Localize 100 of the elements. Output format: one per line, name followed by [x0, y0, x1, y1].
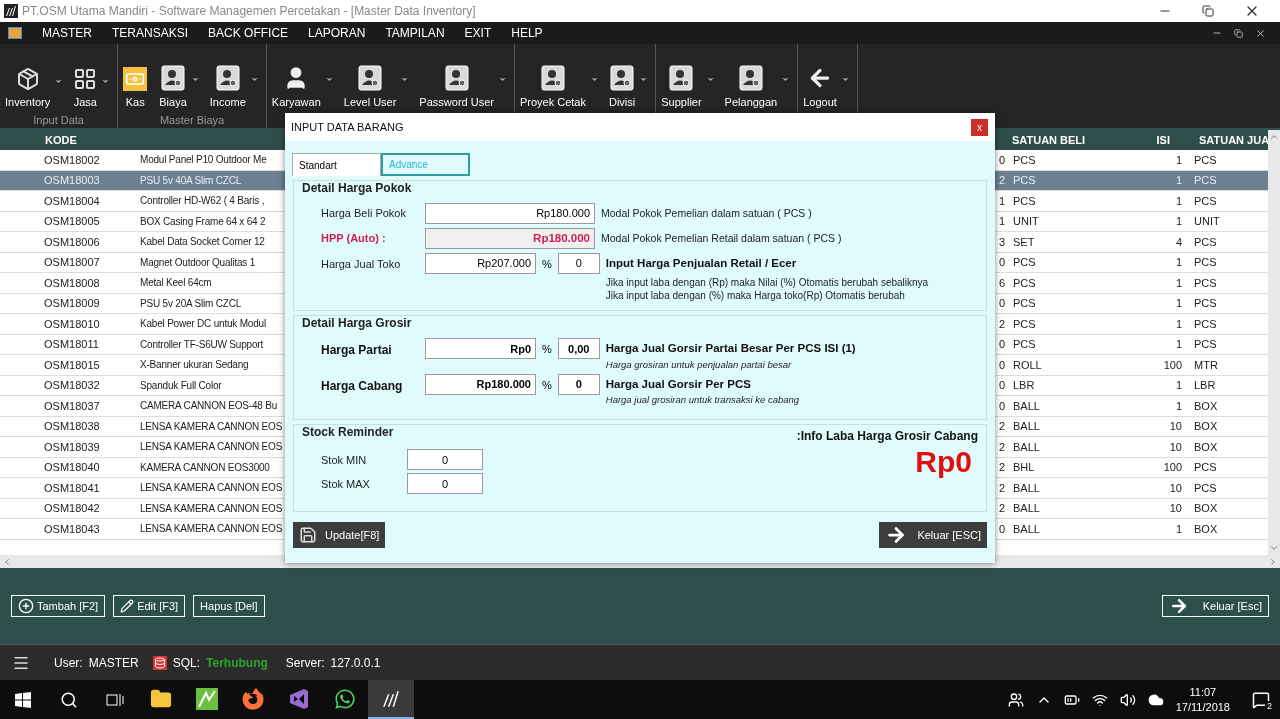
- table-cell-text: PCS: [1193, 480, 1218, 496]
- section-title: Detail Harga Grosir: [301, 315, 413, 333]
- table-cell-text: BALL: [1012, 439, 1041, 455]
- table-cell-text: OSM18040: [43, 460, 101, 475]
- table-cell-text: OSM18038: [43, 419, 101, 434]
- table-cell-text: 0: [997, 378, 1005, 393]
- table-cell-text: BALL: [1012, 521, 1041, 537]
- table-cell-text: LENSA KAMERA CANNON EOS: [140, 481, 282, 496]
- table-cell-text: OSM18010: [43, 316, 101, 332]
- table-cell-text: 1: [997, 214, 1005, 229]
- table-cell-text: PCS: [1193, 337, 1218, 352]
- table-cell-text: 2: [997, 480, 1005, 496]
- field-heading: Harga Jual Gorsir Partai Besar Per PCS ISI (1): [605, 341, 856, 357]
- table-cell-text: 0: [997, 357, 1005, 373]
- table-cell-text: 2: [997, 439, 1005, 455]
- field-heading: Harga Jual Gorsir Per PCS: [605, 376, 752, 392]
- table-cell-text: BOX: [1193, 439, 1219, 455]
- table-cell-text: OSM18002: [43, 152, 101, 168]
- table-cell-text: SET: [1012, 234, 1036, 250]
- table-cell-text: 100: [1162, 357, 1183, 373]
- table-cell-text: 0: [997, 152, 1005, 168]
- table-cell-text: BOX: [1193, 398, 1219, 414]
- table-cell-text: LENSA KAMERA CANNON EOS: [140, 501, 282, 516]
- table-cell-text: Metal Keel 64cm: [140, 276, 213, 291]
- field-note: Modal Pokok Pemelian Retail dalam satuan ( PCS ): [601, 230, 842, 246]
- table-cell-text: OSM18003: [43, 173, 101, 188]
- table-cell-text: OSM18041: [43, 480, 101, 496]
- table-cell-text: PCS: [1193, 316, 1218, 332]
- status-value: 127.0.0.1: [330, 654, 381, 672]
- table-cell-text: PCS: [1012, 275, 1037, 291]
- table-cell-text: BALL: [1012, 398, 1041, 414]
- table-cell-text: PCS: [1012, 337, 1037, 352]
- info-value: Rp0: [915, 445, 973, 480]
- table-cell-text: PCS: [1193, 255, 1218, 270]
- table-cell-text: OSM18037: [43, 398, 101, 414]
- table-cell-text: 4: [1174, 234, 1183, 250]
- table-cell-text: 2: [997, 419, 1005, 434]
- status-value: MASTER: [88, 654, 139, 672]
- table-cell-text: 1: [1174, 521, 1183, 537]
- help-text: Jika input laba dengan (Rp) maka Nilai (%) Otomatis berubah sebaliknya: [605, 276, 929, 290]
- percent-sign: %: [542, 342, 552, 358]
- notification-count: 2: [1265, 700, 1274, 712]
- table-cell-text: 10: [1168, 480, 1183, 496]
- table-cell-text: Modul Panel P10 Outdoor Me: [140, 153, 268, 168]
- table-cell-text: 0: [997, 398, 1005, 414]
- dialog-title: INPUT DATA BARANG: [291, 119, 404, 135]
- table-cell-text: CAMERA CANNON EOS-48 Bu: [140, 399, 279, 414]
- table-cell-text: 0: [997, 337, 1005, 352]
- section-title: Detail Harga Pokok: [301, 180, 413, 197]
- table-cell-text: PCS: [1012, 296, 1037, 311]
- table-cell-text: X-Banner ukuran Sedang: [140, 358, 250, 373]
- table-cell-text: PCS: [1012, 152, 1037, 168]
- table-cell-text: OSM18006: [43, 234, 101, 250]
- table-cell-text: OSM18042: [43, 501, 101, 516]
- table-cell-text: 0: [997, 296, 1005, 311]
- help-text: Harga grosiran untuk penjualan partai besar: [605, 357, 793, 372]
- table-cell-text: OSM18032: [43, 378, 101, 393]
- table-cell-text: OSM18009: [43, 296, 101, 311]
- status-label: Server:: [285, 654, 325, 672]
- table-cell-text: OSM18015: [43, 357, 101, 373]
- table-cell-text: 2: [997, 460, 1005, 475]
- table-cell-text: BOX: [1193, 501, 1219, 516]
- status-label: User:: [54, 654, 83, 672]
- status-label: SQL:: [172, 654, 201, 672]
- table-cell-text: 2: [997, 173, 1005, 188]
- table-cell-text: Magnet Outdoor Qualitas 1: [140, 255, 257, 270]
- table-cell-text: UNIT: [1193, 214, 1221, 229]
- table-cell-text: BOX: [1193, 419, 1219, 434]
- table-cell-text: 1: [1174, 152, 1183, 168]
- table-cell-text: 10: [1168, 439, 1183, 455]
- field-label: HPP (Auto) :: [321, 231, 387, 247]
- percent-sign: %: [542, 377, 552, 393]
- table-cell-text: 1: [1174, 275, 1183, 291]
- field-note: Modal Pokok Pemelian dalam satuan ( PCS ): [601, 205, 812, 221]
- table-cell-text: 1: [1174, 255, 1183, 270]
- table-cell-text: PCS: [1193, 275, 1218, 291]
- table-cell-text: UNIT: [1012, 214, 1040, 229]
- table-cell-text: 1: [1174, 316, 1183, 332]
- table-cell-text: OSM18043: [43, 521, 101, 537]
- table-cell-text: 1: [1174, 214, 1183, 229]
- window-title: PT.OSM Utama Mandiri - Software Managemen Percetakan - [Master Data Inventory]: [22, 3, 476, 20]
- table-cell-text: LBR: [1012, 378, 1036, 393]
- table-cell-text: BALL: [1012, 480, 1041, 496]
- table-cell-text: Controller TF-S6UW Support: [140, 337, 264, 352]
- table-cell-text: Spanduk Full Color: [140, 378, 223, 393]
- table-cell-text: Kabel Power DC untuk Modul: [140, 317, 267, 332]
- table-cell-text: MTR: [1193, 357, 1219, 373]
- table-cell-text: 6: [997, 275, 1005, 291]
- table-cell-text: Kabel Data Socket Corner 12: [140, 235, 266, 250]
- table-cell-text: PCS: [1012, 255, 1037, 270]
- table-cell-text: PCS: [1193, 152, 1218, 168]
- table-cell-text: 3: [997, 234, 1005, 250]
- table-cell-text: 100: [1162, 460, 1183, 475]
- table-cell-text: 1: [1174, 173, 1183, 188]
- table-cell-text: 0: [997, 521, 1005, 537]
- help-text: Harga jual grosiran untuk transaksi ke cabang: [605, 393, 800, 407]
- table-cell-text: 1: [1174, 337, 1183, 352]
- table-cell-text: OSM18008: [43, 275, 101, 291]
- field-label: Harga Beli Pokok: [321, 206, 407, 222]
- info-label: :Info Laba Harga Grosir Cabang: [796, 428, 978, 446]
